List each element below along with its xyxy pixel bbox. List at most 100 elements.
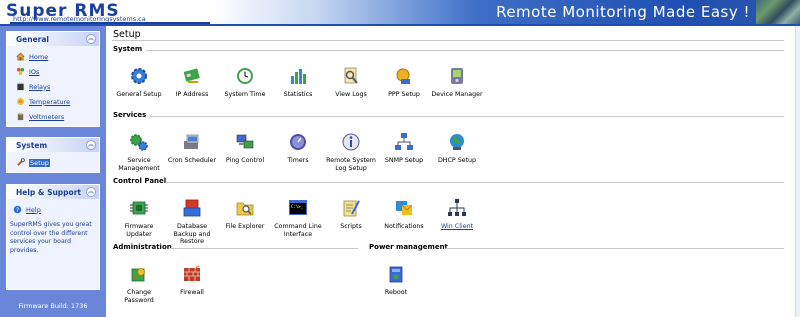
help-description: SuperRMS gives you great control over th… (10, 221, 92, 254)
tile-label: Firewall (180, 289, 204, 296)
system-panel: System ︽ Setup (6, 137, 100, 173)
tile-label: PPP Setup (388, 91, 420, 98)
tile-firewall[interactable]: Firewall (165, 264, 219, 297)
tile-command-line-interface[interactable]: C:\>_ Command Line Interface (271, 198, 325, 238)
tile-label: Statistics (283, 91, 313, 98)
network-tree-icon (448, 199, 466, 216)
tile-scripts[interactable]: Scripts (324, 198, 378, 231)
tile-cron-scheduler[interactable]: Cron Scheduler (165, 132, 219, 165)
svg-text:?: ? (16, 207, 19, 214)
chip-icon (130, 201, 148, 215)
tile-label: DHCP Setup (437, 157, 477, 164)
tile-label: Change Password (124, 289, 154, 304)
tile-change-password[interactable]: Change Password (112, 264, 166, 304)
sidebar-item-setup[interactable]: Setup (16, 155, 99, 170)
clock-icon (237, 68, 253, 84)
tile-firmware-updater[interactable]: Firmware Updater (112, 198, 166, 238)
network-icon (395, 133, 413, 150)
io-icon (16, 67, 25, 76)
sidebar-item-relays[interactable]: Relays (16, 79, 99, 94)
section-divider (446, 248, 784, 249)
tile-service-management[interactable]: Service Management (112, 132, 166, 172)
tile-file-explorer[interactable]: File Explorer (218, 198, 272, 231)
tile-label: Ping Control (225, 157, 265, 164)
tile-win-client[interactable]: Win Client (430, 198, 484, 231)
tile-label: Firmware Updater (124, 223, 154, 238)
tile-remote-system-log-setup[interactable]: Remote System Log Setup (324, 132, 378, 172)
system-panel-header[interactable]: System ︽ (7, 138, 99, 152)
tile-notifications[interactable]: Notifications (377, 198, 431, 231)
sidebar-item-temperature[interactable]: Temperature (16, 94, 99, 109)
section-divider (150, 116, 784, 117)
tile-label: General Setup (116, 91, 162, 98)
terminal-icon: C:\>_ (289, 200, 307, 215)
tile-view-logs[interactable]: View Logs (324, 66, 378, 99)
section-title-services: Services (113, 111, 147, 119)
temperature-icon (16, 97, 25, 106)
help-panel-title: Help & Support (16, 188, 81, 197)
sidebar-item-help[interactable]: ? Help (13, 202, 99, 217)
folder-search-icon (236, 202, 254, 216)
scheduler-icon (184, 134, 199, 149)
tile-label: View Logs (335, 91, 367, 98)
sidebar-item-label[interactable]: Home (29, 53, 48, 61)
tile-label: Scripts (340, 223, 362, 230)
firmware-build: Firmware Build: 1736 (18, 302, 88, 310)
tile-timers[interactable]: Timers (271, 132, 325, 165)
device-icon (451, 68, 463, 84)
help-link[interactable]: Help (26, 206, 41, 214)
tile-label: Service Management (118, 157, 160, 172)
modem-icon (396, 68, 410, 84)
script-icon (343, 200, 360, 217)
wrench-icon (17, 158, 25, 166)
tile-device-manager[interactable]: Device Manager (430, 66, 484, 99)
sidebar-item-label[interactable]: Relays (29, 83, 50, 91)
main-content: Setup System General Setup IP Address Sy… (112, 26, 800, 317)
collapse-icon[interactable]: ︽ (86, 34, 96, 44)
section-title-control-panel: Control Panel (113, 177, 167, 185)
tile-reboot[interactable]: Reboot (369, 264, 423, 297)
general-panel-header[interactable]: General ︽ (7, 32, 99, 46)
section-divider (170, 248, 358, 249)
tile-label: Database Backup and Restore (173, 223, 211, 245)
collapse-icon[interactable]: ︽ (86, 140, 96, 150)
sidebar-item-label[interactable]: Temperature (29, 98, 70, 106)
tile-database-backup[interactable]: Database Backup and Restore (165, 198, 219, 246)
tile-system-time[interactable]: System Time (218, 66, 272, 99)
tile-label: Remote System Log Setup (326, 157, 376, 172)
tile-statistics[interactable]: Statistics (271, 66, 325, 99)
logo: Super RMS http://www.remotemonitoringsys… (0, 0, 210, 24)
general-panel-title: General (16, 35, 49, 44)
tile-label: Command Line Interface (274, 223, 322, 238)
reboot-icon (389, 266, 403, 283)
sidebar-item-home[interactable]: Home (16, 49, 99, 64)
tile-ip-address[interactable]: IP Address (165, 66, 219, 99)
gears-icon (130, 134, 148, 151)
page-title: Setup (113, 29, 141, 40)
tile-dhcp-setup[interactable]: DHCP Setup (430, 132, 484, 165)
tile-label: Reboot (384, 289, 408, 296)
sidebar-item-label[interactable]: Setup (29, 158, 50, 167)
sidebar-item-label[interactable]: IOs (29, 68, 39, 76)
tile-general-setup[interactable]: General Setup (112, 66, 166, 99)
sidebar-item-voltmeters[interactable]: Voltmeters (16, 109, 99, 124)
general-panel: General ︽ Home IOs Relays Temperature Vo… (6, 31, 100, 127)
section-divider (166, 182, 784, 183)
key-icon (131, 268, 145, 282)
collapse-icon[interactable]: ︽ (86, 187, 96, 197)
home-icon (16, 52, 25, 61)
scrollbar[interactable] (795, 26, 800, 317)
sidebar-item-label[interactable]: Voltmeters (29, 113, 64, 121)
section-title-administration: Administration (113, 243, 172, 251)
voltmeter-icon (17, 112, 24, 121)
sidebar-item-ios[interactable]: IOs (16, 64, 99, 79)
gear-icon (131, 68, 147, 84)
tile-ping-control[interactable]: Ping Control (218, 132, 272, 165)
tile-snmp-setup[interactable]: SNMP Setup (377, 132, 431, 165)
banner: Remote Monitoring Made Easy ! (212, 0, 800, 24)
help-panel-header[interactable]: Help & Support ︽ (7, 185, 99, 199)
banner-image (756, 0, 800, 24)
database-icon (183, 199, 201, 217)
tile-ppp-setup[interactable]: PPP Setup (377, 66, 431, 99)
tile-label: SNMP Setup (384, 157, 424, 164)
